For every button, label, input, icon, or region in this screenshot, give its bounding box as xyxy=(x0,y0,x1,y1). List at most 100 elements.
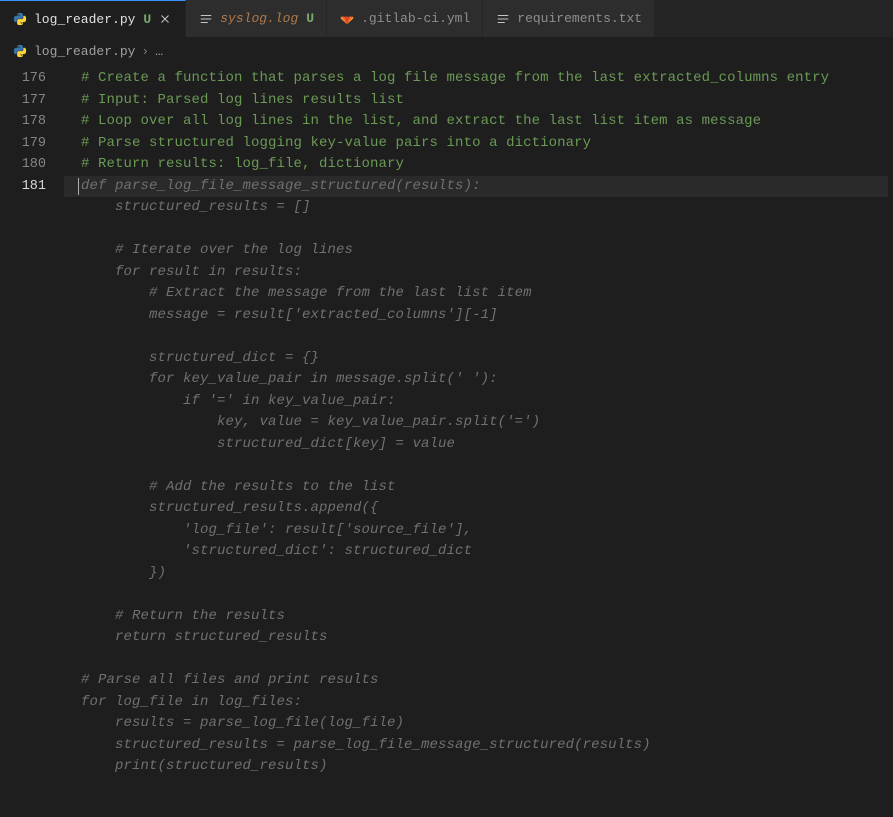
comment-text: # Parse structured logging key-value pai… xyxy=(64,135,591,151)
ghost-suggestion: # Add the results to the list xyxy=(64,479,396,495)
code-line[interactable]: # Return the results xyxy=(64,606,888,628)
line-number: 178 xyxy=(0,111,64,133)
line-number xyxy=(0,240,64,262)
ghost-suggestion: structured_dict = {} xyxy=(64,350,319,366)
code-line[interactable]: # Create a function that parses a log fi… xyxy=(64,68,888,90)
ghost-suggestion: 'log_file': result['source_file'], xyxy=(64,522,472,538)
code-line[interactable]: key, value = key_value_pair.split('=') xyxy=(64,412,888,434)
line-number xyxy=(0,713,64,735)
code-line[interactable]: for log_file in log_files: xyxy=(64,692,888,714)
tab-syslog[interactable]: syslog.log U xyxy=(186,0,327,37)
lines-icon xyxy=(198,11,214,27)
git-status-untracked: U xyxy=(143,12,151,27)
tab-label: requirements.txt xyxy=(517,11,642,26)
ghost-suggestion: structured_results.append({ xyxy=(64,500,379,516)
ghost-suggestion: # Iterate over the log lines xyxy=(64,242,353,258)
ghost-suggestion: results = parse_log_file(log_file) xyxy=(64,715,404,731)
gitlab-icon xyxy=(339,11,355,27)
line-number xyxy=(0,369,64,391)
line-number xyxy=(0,348,64,370)
comment-text: # Create a function that parses a log fi… xyxy=(64,70,829,86)
git-status-untracked: U xyxy=(306,11,314,26)
code-line[interactable]: # Return results: log_file, dictionary xyxy=(64,154,888,176)
ghost-suggestion: 'structured_dict': structured_dict xyxy=(64,543,472,559)
line-number xyxy=(0,477,64,499)
ghost-suggestion: def parse_log_file_message_structured(re… xyxy=(64,178,481,194)
ghost-suggestion xyxy=(64,221,81,237)
ghost-suggestion: for key_value_pair in message.split(' ')… xyxy=(64,371,498,387)
code-line[interactable]: # Extract the message from the last list… xyxy=(64,283,888,305)
line-number xyxy=(0,692,64,714)
comment-text: # Input: Parsed log lines results list xyxy=(64,92,404,108)
code-line[interactable]: 'structured_dict': structured_dict xyxy=(64,541,888,563)
line-number xyxy=(0,584,64,606)
ghost-suggestion xyxy=(64,651,81,667)
tab-gitlab-ci[interactable]: .gitlab-ci.yml xyxy=(327,0,483,37)
chevron-right-icon: › xyxy=(141,44,149,59)
code-line[interactable]: # Input: Parsed log lines results list xyxy=(64,90,888,112)
code-line[interactable] xyxy=(64,455,888,477)
ghost-suggestion: return structured_results xyxy=(64,629,328,645)
ghost-suggestion: # Return the results xyxy=(64,608,285,624)
code-line[interactable]: structured_dict = {} xyxy=(64,348,888,370)
minimap[interactable] xyxy=(888,64,893,817)
python-icon xyxy=(12,11,28,27)
code-line[interactable] xyxy=(64,649,888,671)
code-line[interactable]: structured_results.append({ xyxy=(64,498,888,520)
close-icon[interactable] xyxy=(157,11,173,27)
code-line[interactable]: 'log_file': result['source_file'], xyxy=(64,520,888,542)
code-line[interactable]: # Parse structured logging key-value pai… xyxy=(64,133,888,155)
code-line[interactable]: for result in results: xyxy=(64,262,888,284)
code-line[interactable]: def parse_log_file_message_structured(re… xyxy=(64,176,888,198)
tab-label: syslog.log xyxy=(220,11,298,26)
ghost-suggestion: for log_file in log_files: xyxy=(64,694,302,710)
ghost-suggestion: structured_results = parse_log_file_mess… xyxy=(64,737,651,753)
code-line[interactable]: }) xyxy=(64,563,888,585)
line-number xyxy=(0,197,64,219)
code-line[interactable] xyxy=(64,584,888,606)
line-number xyxy=(0,735,64,757)
breadcrumb-file[interactable]: log_reader.py xyxy=(34,44,135,59)
code-line[interactable]: return structured_results xyxy=(64,627,888,649)
line-number xyxy=(0,563,64,585)
tab-log-reader[interactable]: log_reader.py U xyxy=(0,0,186,37)
line-number xyxy=(0,670,64,692)
line-number xyxy=(0,649,64,671)
breadcrumb: log_reader.py › … xyxy=(0,38,893,64)
code-line[interactable]: # Add the results to the list xyxy=(64,477,888,499)
line-number xyxy=(0,498,64,520)
code-line[interactable]: message = result['extracted_columns'][-1… xyxy=(64,305,888,327)
line-number: 180 xyxy=(0,154,64,176)
line-number xyxy=(0,305,64,327)
python-icon xyxy=(12,43,28,59)
line-number: 176 xyxy=(0,68,64,90)
ghost-suggestion: structured_dict[key] = value xyxy=(64,436,455,452)
ghost-suggestion: for result in results: xyxy=(64,264,302,280)
code-line[interactable]: # Loop over all log lines in the list, a… xyxy=(64,111,888,133)
ghost-suggestion: structured_results = [] xyxy=(64,199,311,215)
editor[interactable]: 176177178179180181 # Create a function t… xyxy=(0,64,893,817)
code-line[interactable]: if '=' in key_value_pair: xyxy=(64,391,888,413)
code-line[interactable]: print(structured_results) xyxy=(64,756,888,778)
code-line[interactable]: # Parse all files and print results xyxy=(64,670,888,692)
code-line[interactable]: structured_results = parse_log_file_mess… xyxy=(64,735,888,757)
line-number xyxy=(0,391,64,413)
code-line[interactable]: structured_dict[key] = value xyxy=(64,434,888,456)
code-line[interactable]: structured_results = [] xyxy=(64,197,888,219)
tab-requirements[interactable]: requirements.txt xyxy=(483,0,655,37)
code-line[interactable]: # Iterate over the log lines xyxy=(64,240,888,262)
code-line[interactable]: for key_value_pair in message.split(' ')… xyxy=(64,369,888,391)
breadcrumb-more[interactable]: … xyxy=(155,44,163,59)
code-line[interactable]: results = parse_log_file(log_file) xyxy=(64,713,888,735)
code-line[interactable] xyxy=(64,219,888,241)
ghost-suggestion: key, value = key_value_pair.split('=') xyxy=(64,414,540,430)
line-number-gutter: 176177178179180181 xyxy=(0,64,64,817)
ghost-suggestion: }) xyxy=(64,565,166,581)
code-line[interactable] xyxy=(64,326,888,348)
line-number xyxy=(0,627,64,649)
line-number xyxy=(0,455,64,477)
code-area[interactable]: # Create a function that parses a log fi… xyxy=(64,64,888,817)
ghost-suggestion xyxy=(64,328,81,344)
ghost-suggestion: print(structured_results) xyxy=(64,758,328,774)
tab-label: log_reader.py xyxy=(34,12,135,27)
